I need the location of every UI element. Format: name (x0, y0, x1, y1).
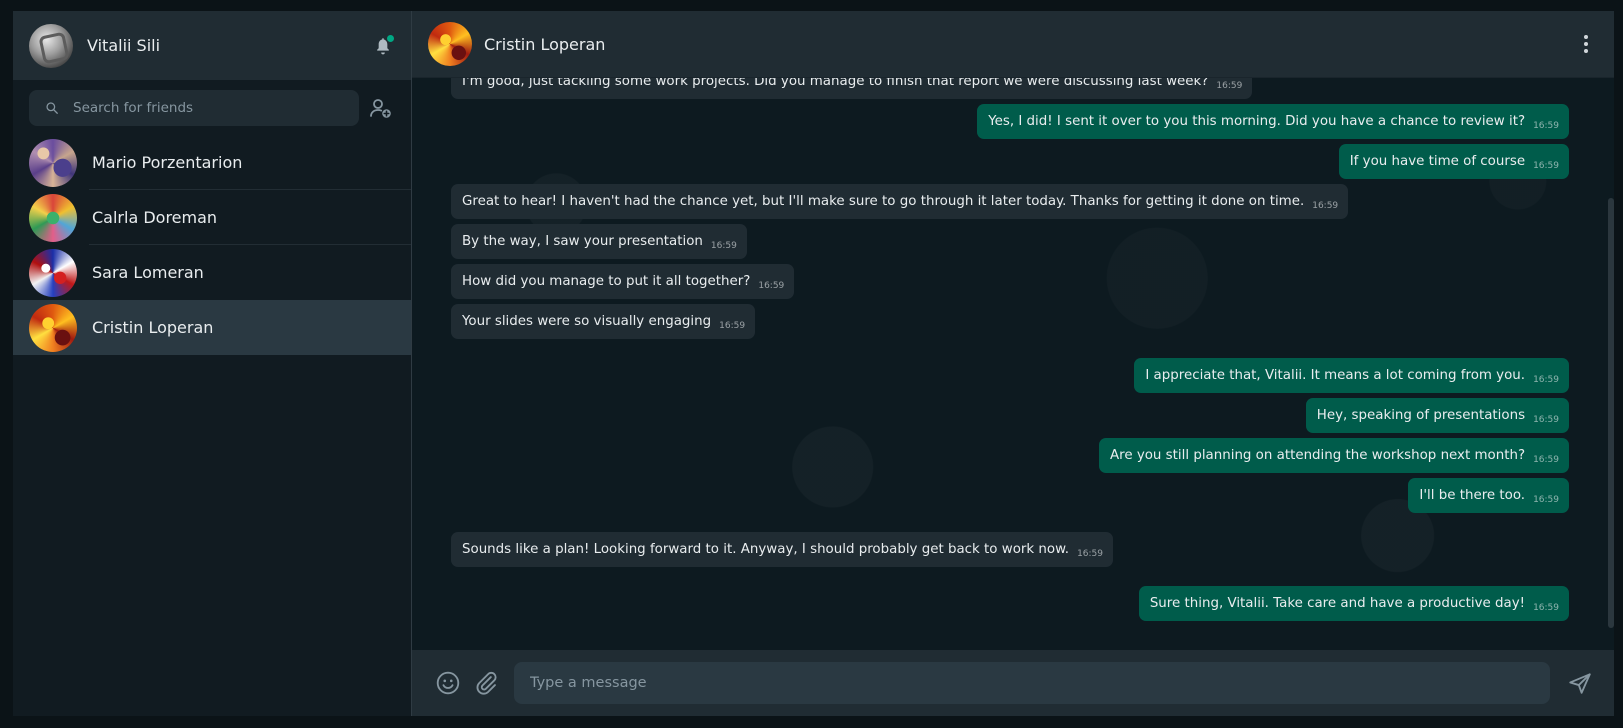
search-icon (46, 101, 58, 114)
messenger-app: Vitalii Sili Search for friends Mario Po… (13, 11, 1614, 716)
sidebar: Vitalii Sili Search for friends Mario Po… (13, 11, 412, 716)
contact-item-active[interactable]: Cristin Loperan (13, 300, 411, 355)
message-time: 16:59 (710, 241, 737, 251)
incoming-message: I'm good, just tackling some work projec… (451, 78, 1253, 99)
outgoing-message: Sure thing, Vitalii. Take care and have … (1138, 586, 1569, 621)
message-time: 16:59 (1533, 375, 1559, 385)
notifications-button[interactable] (371, 34, 395, 58)
add-friend-button[interactable] (363, 90, 399, 126)
chat-header: Cristin Loperan (412, 11, 1614, 78)
message-time: 16:59 (1216, 81, 1243, 91)
message-row: Hey, speaking of presentations 16:59 (412, 398, 1614, 433)
message-text: Great to hear! I haven't had the chance … (462, 194, 1305, 209)
contact-item[interactable]: Calrla Doreman (13, 190, 411, 245)
outgoing-message: I'll be there too. 16:59 (1408, 478, 1569, 513)
message-row: Your slides were so visually engaging 16:… (412, 304, 1614, 339)
message-text: I'm good, just tackling some work projec… (462, 78, 1209, 89)
incoming-message: Your slides were so visually engaging 16:… (451, 304, 756, 339)
contact-name: Calrla Doreman (92, 208, 218, 227)
outgoing-message: If you have time of course 16:59 (1338, 144, 1569, 179)
message-text: Sounds like a plan! Looking forward to i… (462, 542, 1070, 557)
message-text: I'll be there too. (1419, 488, 1526, 503)
incoming-message: Sounds like a plan! Looking forward to i… (451, 532, 1113, 567)
message-time: 16:59 (1312, 201, 1339, 211)
search-row (13, 80, 411, 135)
message-time: 16:59 (1533, 161, 1559, 171)
more-options-button[interactable] (1574, 32, 1598, 56)
composer (412, 650, 1614, 716)
outgoing-message: Hey, speaking of presentations 16:59 (1305, 398, 1569, 433)
search-box (29, 89, 359, 126)
message-time: 16:59 (1533, 495, 1559, 505)
message-text: Your slides were so visually engaging (462, 314, 712, 329)
outgoing-message: Are you still planning on attending the … (1098, 438, 1569, 473)
message-row: If you have time of course 16:59 (412, 144, 1614, 179)
send-icon (1569, 673, 1591, 694)
message-text: By the way, I saw your presentation (462, 234, 703, 249)
message-input-wrap (514, 662, 1550, 704)
attach-icon (476, 671, 497, 695)
chat-title: Cristin Loperan (484, 34, 606, 54)
emoji-icon (436, 671, 460, 695)
my-avatar[interactable] (29, 23, 73, 68)
send-button[interactable] (1566, 669, 1594, 697)
message-row: I appreciate that, Vitalii. It means a l… (412, 358, 1614, 393)
message-text: How did you manage to put it all togethe… (462, 274, 751, 289)
contact-name: Mario Porzentarion (92, 153, 243, 172)
message-row: Great to hear! I haven't had the chance … (412, 184, 1614, 219)
message-time: 16:59 (1077, 549, 1103, 559)
message-row: Yes, I did! I sent it over to you this m… (412, 104, 1614, 139)
add-friend-icon (370, 98, 391, 118)
message-row: I'm good, just tackling some work projec… (412, 78, 1614, 99)
attach-button[interactable] (472, 669, 500, 697)
contact-name: Sara Lomeran (92, 263, 204, 282)
message-text: Sure thing, Vitalii. Take care and have … (1149, 596, 1526, 611)
my-name: Vitalii Sili (87, 36, 161, 55)
avatar (29, 193, 77, 242)
contact-name: Cristin Loperan (92, 318, 214, 337)
message-row: I'll be there too. 16:59 (412, 478, 1614, 513)
message-text: Yes, I did! I sent it over to you this m… (988, 114, 1526, 129)
message-time: 16:59 (1533, 415, 1559, 425)
message-time: 16:59 (1533, 603, 1559, 613)
message-time: 16:59 (758, 281, 785, 291)
sidebar-header: Vitalii Sili (13, 11, 411, 80)
message-row: Sure thing, Vitalii. Take care and have … (412, 586, 1614, 621)
message-text: If you have time of course (1349, 154, 1526, 169)
chat-panel: Cristin Loperan I'm good, just tackling … (412, 11, 1614, 716)
outgoing-message: I appreciate that, Vitalii. It means a l… (1134, 358, 1569, 393)
avatar (29, 303, 77, 352)
more-options-icon (1584, 35, 1588, 53)
message-row: Are you still planning on attending the … (412, 438, 1614, 473)
message-text: I appreciate that, Vitalii. It means a l… (1145, 368, 1526, 383)
contact-item[interactable]: Mario Porzentarion (13, 135, 411, 190)
incoming-message: Great to hear! I haven't had the chance … (451, 184, 1349, 219)
avatar (29, 248, 77, 297)
incoming-message: By the way, I saw your presentation 16:59 (451, 224, 747, 259)
message-time: 16:59 (719, 321, 746, 331)
avatar (29, 138, 77, 187)
emoji-button[interactable] (434, 669, 462, 697)
message-row: By the way, I saw your presentation 16:59 (412, 224, 1614, 259)
outgoing-message: Yes, I did! I sent it over to you this m… (977, 104, 1569, 139)
notification-dot (387, 34, 394, 42)
message-row: Sounds like a plan! Looking forward to i… (412, 532, 1614, 567)
search-input[interactable] (73, 99, 323, 116)
contact-list: Mario Porzentarion Calrla Doreman Sara L… (13, 135, 411, 716)
scrollbar[interactable] (1608, 198, 1614, 628)
incoming-message: How did you manage to put it all togethe… (451, 264, 795, 299)
chat-avatar[interactable] (428, 22, 472, 66)
message-list: I'm good, just tackling some work projec… (412, 78, 1614, 626)
message-time: 16:59 (1533, 121, 1559, 131)
message-row: How did you manage to put it all togethe… (412, 264, 1614, 299)
message-area[interactable]: I'm good, just tackling some work projec… (412, 78, 1614, 650)
message-input[interactable] (530, 675, 1550, 691)
message-text: Are you still planning on attending the … (1109, 448, 1526, 463)
message-time: 16:59 (1533, 455, 1559, 465)
message-text: Hey, speaking of presentations (1316, 408, 1526, 423)
contact-item[interactable]: Sara Lomeran (13, 245, 411, 300)
